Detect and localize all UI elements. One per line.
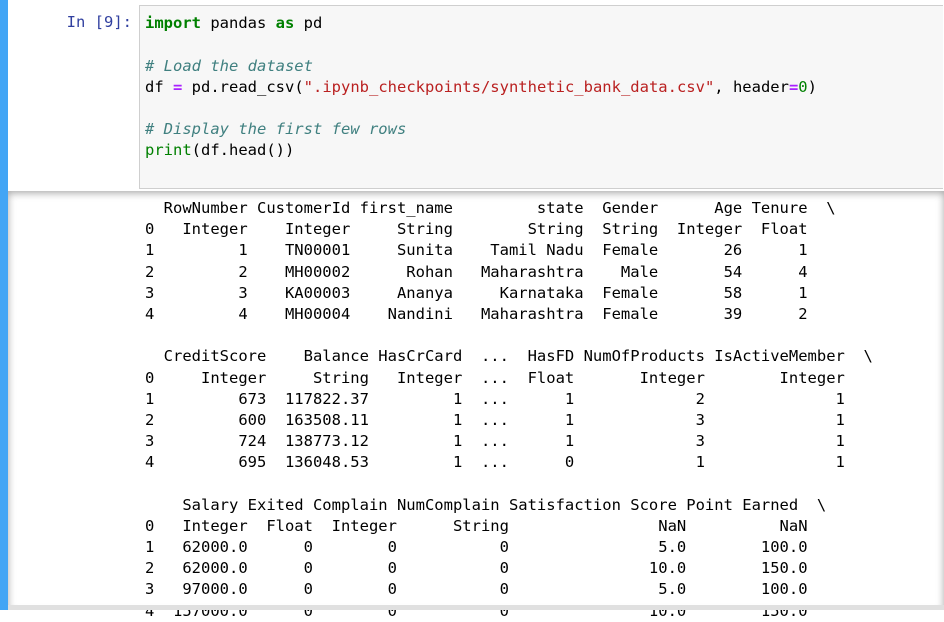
output-line: 0 Integer Float Integer String NaN NaN [145, 516, 836, 535]
output-line: 2 600 163508.11 1 ... 1 3 1 [145, 410, 873, 429]
print-args: (df.head()) [191, 141, 295, 159]
keyword-import: import [145, 14, 201, 32]
output-line: 0 Integer Integer String String String I… [145, 220, 836, 239]
operator-kwarg: = [788, 78, 799, 96]
string-path: ".ipynb_checkpoints/synthetic_bank_data.… [303, 78, 715, 96]
output-line: 4 695 136048.53 1 ... 0 1 1 [145, 453, 873, 472]
output-line: 1 673 117822.37 1 ... 1 2 1 [145, 389, 873, 408]
output-line: 0 Integer String Integer ... Float Integ… [145, 368, 873, 387]
output-line: 4 4 MH00004 Nandini Maharashtra Female 3… [145, 304, 836, 323]
var-df: df [145, 78, 173, 96]
number-zero: 0 [798, 78, 808, 96]
call-read-csv: pd.read_csv( [182, 78, 304, 96]
output-line: 3 724 138773.12 1 ... 1 3 1 [145, 432, 873, 451]
operator-assign: = [173, 78, 183, 96]
dataframe-output: RowNumber CustomerId first_name state Ge… [145, 198, 873, 622]
module-alias: pd [294, 14, 323, 32]
output-line: CreditScore Balance HasCrCard ... HasFD … [145, 347, 873, 366]
output-line: RowNumber CustomerId first_name state Ge… [145, 199, 836, 217]
module-name: pandas [201, 14, 276, 32]
output-line: 3 3 KA00003 Ananya Karnataka Female 58 1 [145, 283, 836, 302]
code-comment-display: # Display the first few rows [145, 120, 407, 138]
output-line: 3 97000.0 0 0 0 5.0 100.0 [145, 580, 836, 599]
output-area[interactable]: RowNumber CustomerId first_name state Ge… [8, 191, 944, 620]
output-line: 1 62000.0 0 0 0 5.0 100.0 [145, 538, 836, 556]
paren-close: ) [807, 78, 817, 96]
output-line: 1 1 TN00001 Sunita Tamil Nadu Female 26 … [145, 241, 836, 260]
code-line-1: import pandas as pd [145, 13, 322, 34]
cell-selection-bar [0, 0, 8, 610]
code-editor[interactable]: import pandas as pd # Load the dataset d… [139, 5, 943, 189]
output-line: 2 62000.0 0 0 0 10.0 150.0 [145, 559, 836, 578]
output-line: Salary Exited Complain NumComplain Satis… [145, 495, 827, 514]
code-line-print: print(df.head()) [145, 140, 294, 161]
output-line: 4 157000.0 0 0 0 10.0 150.0 [145, 601, 836, 620]
input-prompt: In [9]: [66, 13, 132, 31]
kwarg-header: , header [714, 78, 789, 96]
output-line: 2 2 MH00002 Rohan Maharashtra Male 54 4 [145, 262, 836, 281]
code-line-read-csv: df = pd.read_csv(".ipynb_checkpoints/syn… [145, 77, 817, 98]
keyword-as: as [275, 14, 295, 32]
horizontal-scrollbar[interactable] [8, 605, 944, 610]
code-comment-load: # Load the dataset [145, 57, 313, 75]
builtin-print: print [145, 141, 192, 159]
